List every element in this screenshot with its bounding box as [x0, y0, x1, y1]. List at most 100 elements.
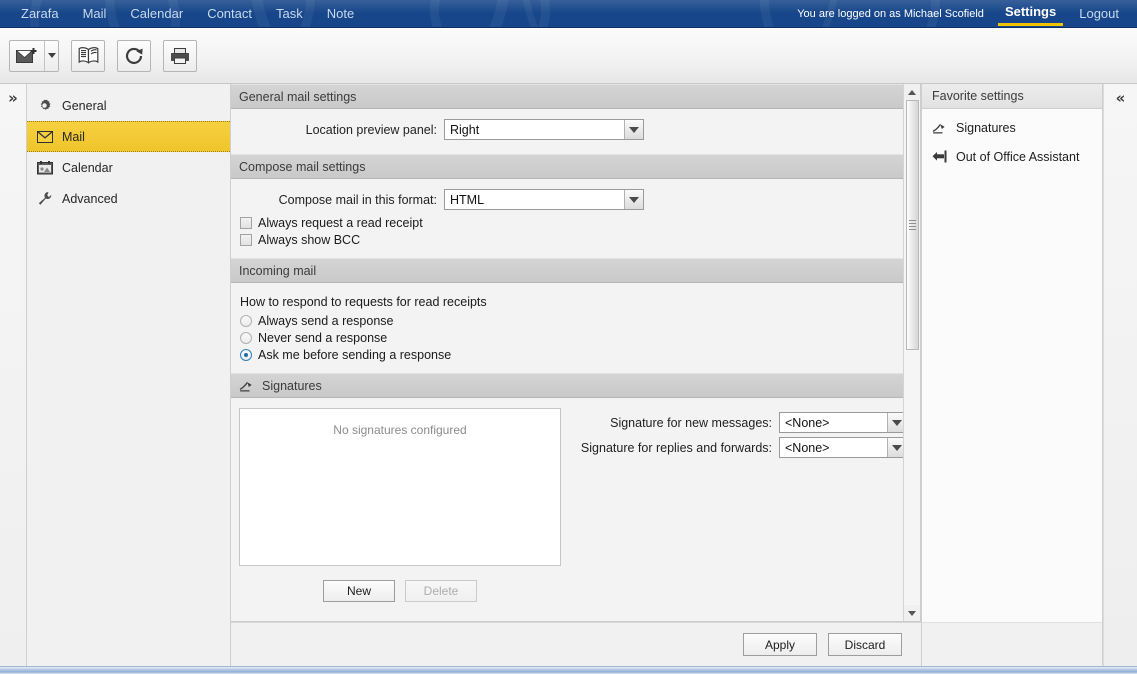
- nav-settings-active-tab[interactable]: Settings: [998, 2, 1063, 26]
- compose-format-label: Compose mail in this format:: [239, 193, 444, 207]
- logged-on-user-label: You are logged on as Michael Scofield: [797, 8, 984, 20]
- checkbox-label: Always request a read receipt: [258, 216, 423, 230]
- nav-task[interactable]: Task: [264, 0, 315, 27]
- nav-zarafa[interactable]: Zarafa: [9, 0, 71, 27]
- sidebar-item-calendar[interactable]: Calendar: [27, 152, 230, 183]
- location-preview-panel-value: Right: [450, 123, 479, 137]
- triangle-down-icon: [908, 611, 916, 616]
- print-icon: [170, 47, 190, 65]
- favorite-panel-footer: [922, 622, 1102, 666]
- section-body-incoming-mail: How to respond to requests for read rece…: [231, 283, 903, 373]
- new-mail-button[interactable]: [9, 40, 59, 72]
- right-collapse-strip: «: [1103, 84, 1137, 666]
- compose-format-select[interactable]: HTML: [444, 189, 644, 210]
- section-body-signatures: No signatures configured New Delete Sign…: [231, 398, 903, 612]
- triangle-up-icon: [908, 90, 916, 95]
- favorite-settings-list: Signatures Out of Office Assistant: [922, 109, 1102, 622]
- nav-note[interactable]: Note: [315, 0, 366, 27]
- refresh-button[interactable]: [117, 40, 151, 72]
- signatures-left-column: No signatures configured New Delete: [239, 408, 561, 602]
- nav-logout-link[interactable]: Logout: [1063, 6, 1127, 21]
- favorite-item-signatures[interactable]: Signatures: [922, 113, 1102, 142]
- chevron-down-icon[interactable]: [624, 190, 643, 209]
- location-preview-panel-select[interactable]: Right: [444, 119, 644, 140]
- bottom-status-bar: [0, 666, 1137, 674]
- always-show-bcc-checkbox[interactable]: Always show BCC: [240, 231, 895, 248]
- nav-mail[interactable]: Mail: [71, 0, 119, 27]
- address-book-button[interactable]: [71, 40, 105, 72]
- signature-replies-select[interactable]: <None>: [779, 437, 907, 458]
- radio-button-icon: [240, 332, 252, 344]
- top-nav-items: Zarafa Mail Calendar Contact Task Note: [0, 0, 366, 27]
- signatures-right-column: Signature for new messages: <None> Signa…: [579, 408, 907, 602]
- checkbox-label: Always show BCC: [258, 233, 360, 247]
- section-body-compose-mail: Compose mail in this format: HTML Always…: [231, 179, 903, 258]
- sidebar-item-general[interactable]: General: [27, 90, 230, 121]
- new-mail-dropdown-arrow[interactable]: [44, 41, 58, 71]
- radio-button-selected-icon: [240, 349, 252, 361]
- settings-category-sidebar: General Mail C: [27, 84, 231, 666]
- envelope-icon: [36, 129, 53, 145]
- wrench-icon: [36, 191, 53, 207]
- sidebar-item-label: General: [62, 99, 106, 113]
- scrollbar-track[interactable]: [904, 100, 921, 605]
- top-nav-user-area: You are logged on as Michael Scofield Se…: [797, 2, 1137, 26]
- section-header-signatures: Signatures: [231, 373, 903, 398]
- top-navigation-bar: Zarafa Mail Calendar Contact Task Note Y…: [0, 0, 1137, 28]
- scrollbar-thumb[interactable]: [906, 100, 919, 350]
- radio-button-icon: [240, 315, 252, 327]
- collapse-right-panel-icon[interactable]: «: [1116, 90, 1126, 666]
- favorite-item-out-of-office[interactable]: Out of Office Assistant: [922, 142, 1102, 171]
- sidebar-item-mail[interactable]: Mail: [27, 121, 230, 152]
- nav-contact[interactable]: Contact: [195, 0, 264, 27]
- signature-replies-value: <None>: [785, 441, 829, 455]
- apply-button[interactable]: Apply: [743, 633, 817, 656]
- nav-calendar[interactable]: Calendar: [118, 0, 195, 27]
- radio-ask-before-sending[interactable]: Ask me before sending a response: [240, 346, 895, 363]
- location-preview-panel-row: Location preview panel: Right: [239, 119, 895, 140]
- signature-replies-row: Signature for replies and forwards: <Non…: [579, 437, 907, 458]
- scroll-up-button[interactable]: [904, 84, 921, 100]
- sidebar-item-label: Mail: [62, 130, 85, 144]
- left-collapsed-panel-strip: »: [0, 84, 27, 666]
- radio-label: Ask me before sending a response: [258, 348, 451, 362]
- chevron-down-icon[interactable]: [624, 120, 643, 139]
- signature-icon: [239, 379, 255, 392]
- expand-left-panel-icon[interactable]: »: [8, 90, 18, 106]
- sidebar-item-label: Calendar: [62, 161, 113, 175]
- discard-button[interactable]: Discard: [828, 633, 902, 656]
- calendar-icon: [36, 160, 53, 176]
- radio-never-send-response[interactable]: Never send a response: [240, 329, 895, 346]
- signature-list-box[interactable]: No signatures configured: [239, 408, 561, 566]
- always-request-read-receipt-checkbox[interactable]: Always request a read receipt: [240, 214, 895, 231]
- signature-empty-text: No signatures configured: [333, 423, 466, 565]
- signature-list-buttons: New Delete: [239, 580, 561, 602]
- section-title: Incoming mail: [239, 264, 316, 278]
- signature-new-messages-label: Signature for new messages:: [579, 416, 779, 430]
- signatures-layout: No signatures configured New Delete Sign…: [239, 408, 895, 602]
- location-preview-panel-label: Location preview panel:: [239, 123, 444, 137]
- signature-replies-label: Signature for replies and forwards:: [579, 441, 779, 455]
- signature-new-messages-select[interactable]: <None>: [779, 412, 907, 433]
- delete-signature-button: Delete: [405, 580, 477, 602]
- gear-icon: [36, 98, 53, 114]
- checkbox-box-icon: [240, 217, 252, 229]
- settings-vertical-scrollbar[interactable]: [903, 84, 920, 621]
- favorite-item-label: Signatures: [956, 121, 1016, 135]
- new-mail-icon: [10, 41, 44, 71]
- radio-label: Never send a response: [258, 331, 387, 345]
- settings-action-bar: Apply Discard: [231, 622, 921, 666]
- main-body: » General Mail: [0, 84, 1137, 666]
- radio-always-send-response[interactable]: Always send a response: [240, 312, 895, 329]
- section-title: Signatures: [262, 379, 322, 393]
- scroll-down-button[interactable]: [904, 605, 921, 621]
- compose-format-row: Compose mail in this format: HTML: [239, 189, 895, 210]
- sidebar-item-advanced[interactable]: Advanced: [27, 183, 230, 214]
- print-button[interactable]: [163, 40, 197, 72]
- main-toolbar: [0, 28, 1137, 84]
- settings-content-column: General mail settings Location preview p…: [231, 84, 921, 666]
- signature-icon: [932, 121, 948, 134]
- new-signature-button[interactable]: New: [323, 580, 395, 602]
- section-header-compose-mail: Compose mail settings: [231, 154, 903, 179]
- favorite-settings-title: Favorite settings: [922, 84, 1102, 109]
